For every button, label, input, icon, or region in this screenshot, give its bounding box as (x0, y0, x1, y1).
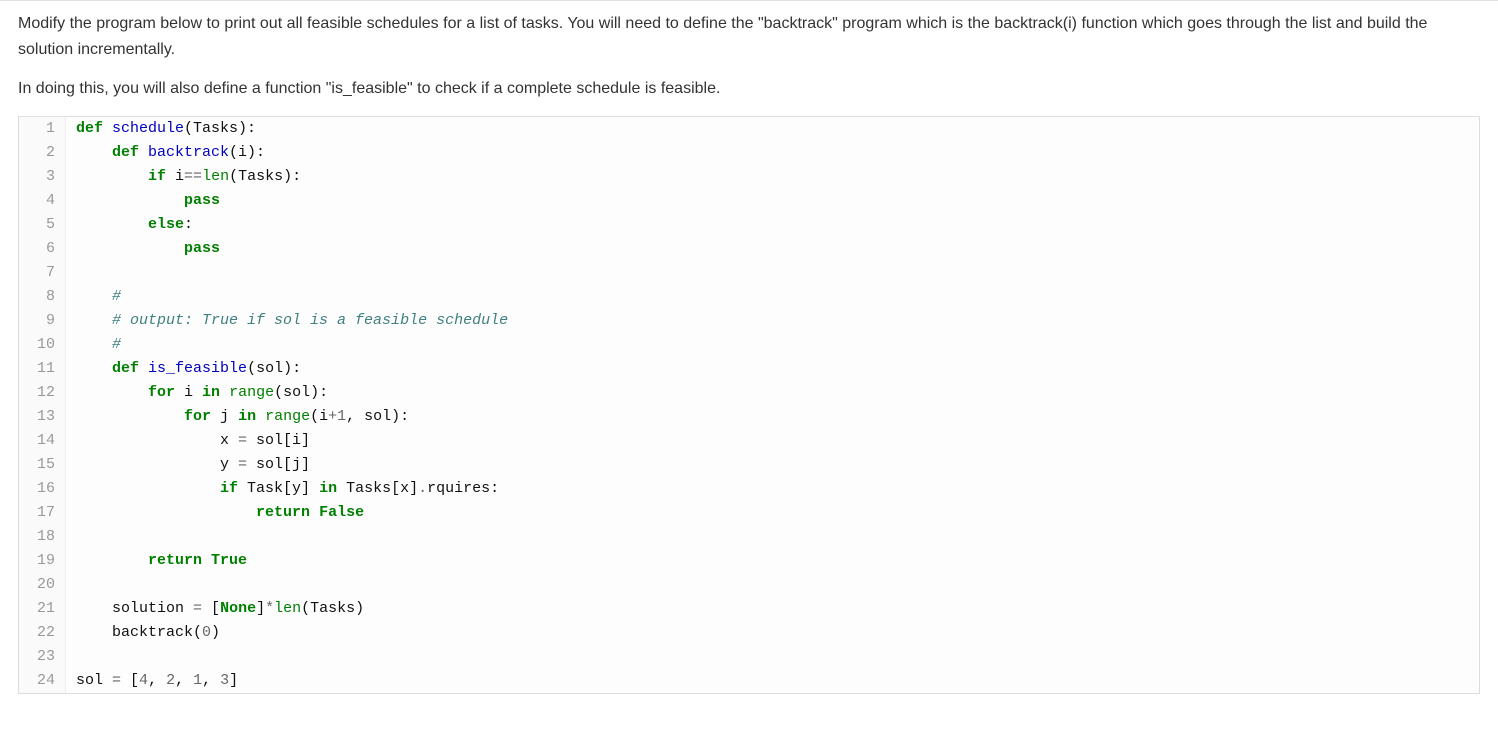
code-line: 15 y = sol[j] (19, 453, 1479, 477)
code-line: 8 # (19, 285, 1479, 309)
line-number: 18 (19, 525, 66, 549)
code-content: def is_feasible(sol): (66, 357, 301, 381)
code-content: backtrack(0) (66, 621, 220, 645)
code-line: 23 (19, 645, 1479, 669)
code-line: 9 # output: True if sol is a feasible sc… (19, 309, 1479, 333)
code-content: else: (66, 213, 193, 237)
code-content: # output: True if sol is a feasible sche… (66, 309, 508, 333)
code-content: pass (66, 237, 220, 261)
code-content: solution = [None]*len(Tasks) (66, 597, 364, 621)
line-number: 5 (19, 213, 66, 237)
code-content: for i in range(sol): (66, 381, 328, 405)
code-line: 14 x = sol[i] (19, 429, 1479, 453)
code-content (66, 525, 85, 549)
code-content: # (66, 285, 121, 309)
line-number: 4 (19, 189, 66, 213)
code-content (66, 261, 85, 285)
line-number: 6 (19, 237, 66, 261)
line-number: 19 (19, 549, 66, 573)
line-number: 22 (19, 621, 66, 645)
code-content: if Task[y] in Tasks[x].rquires: (66, 477, 499, 501)
code-content: # (66, 333, 121, 357)
code-line: 24sol = [4, 2, 1, 3] (19, 669, 1479, 693)
code-line: 10 # (19, 333, 1479, 357)
code-line: 5 else: (19, 213, 1479, 237)
code-line: 12 for i in range(sol): (19, 381, 1479, 405)
code-line: 11 def is_feasible(sol): (19, 357, 1479, 381)
code-content: y = sol[j] (66, 453, 310, 477)
line-number: 7 (19, 261, 66, 285)
line-number: 17 (19, 501, 66, 525)
line-number: 10 (19, 333, 66, 357)
code-line: 2 def backtrack(i): (19, 141, 1479, 165)
line-number: 24 (19, 669, 66, 693)
page-container: Modify the program below to print out al… (0, 0, 1498, 694)
line-number: 14 (19, 429, 66, 453)
code-line: 4 pass (19, 189, 1479, 213)
line-number: 20 (19, 573, 66, 597)
code-content: def schedule(Tasks): (66, 117, 256, 141)
line-number: 11 (19, 357, 66, 381)
code-line: 21 solution = [None]*len(Tasks) (19, 597, 1479, 621)
code-content: x = sol[i] (66, 429, 310, 453)
line-number: 1 (19, 117, 66, 141)
code-line: 3 if i==len(Tasks): (19, 165, 1479, 189)
code-line: 13 for j in range(i+1, sol): (19, 405, 1479, 429)
line-number: 3 (19, 165, 66, 189)
code-content: def backtrack(i): (66, 141, 265, 165)
code-line: 22 backtrack(0) (19, 621, 1479, 645)
line-number: 16 (19, 477, 66, 501)
code-line: 19 return True (19, 549, 1479, 573)
code-content: for j in range(i+1, sol): (66, 405, 409, 429)
line-number: 13 (19, 405, 66, 429)
problem-description-2: In doing this, you will also define a fu… (18, 76, 1480, 102)
line-number: 23 (19, 645, 66, 669)
line-number: 12 (19, 381, 66, 405)
code-content: if i==len(Tasks): (66, 165, 301, 189)
code-content (66, 645, 85, 669)
code-line: 20 (19, 573, 1479, 597)
line-number: 9 (19, 309, 66, 333)
code-line: 1def schedule(Tasks): (19, 117, 1479, 141)
line-number: 2 (19, 141, 66, 165)
code-block: 1def schedule(Tasks):2 def backtrack(i):… (18, 116, 1480, 694)
problem-description-1: Modify the program below to print out al… (18, 11, 1480, 62)
code-line: 6 pass (19, 237, 1479, 261)
line-number: 8 (19, 285, 66, 309)
line-number: 15 (19, 453, 66, 477)
code-line: 18 (19, 525, 1479, 549)
code-content: return False (66, 501, 364, 525)
code-content: sol = [4, 2, 1, 3] (66, 669, 238, 693)
code-content (66, 573, 85, 597)
code-content: pass (66, 189, 220, 213)
line-number: 21 (19, 597, 66, 621)
code-line: 16 if Task[y] in Tasks[x].rquires: (19, 477, 1479, 501)
code-line: 17 return False (19, 501, 1479, 525)
code-line: 7 (19, 261, 1479, 285)
code-content: return True (66, 549, 247, 573)
